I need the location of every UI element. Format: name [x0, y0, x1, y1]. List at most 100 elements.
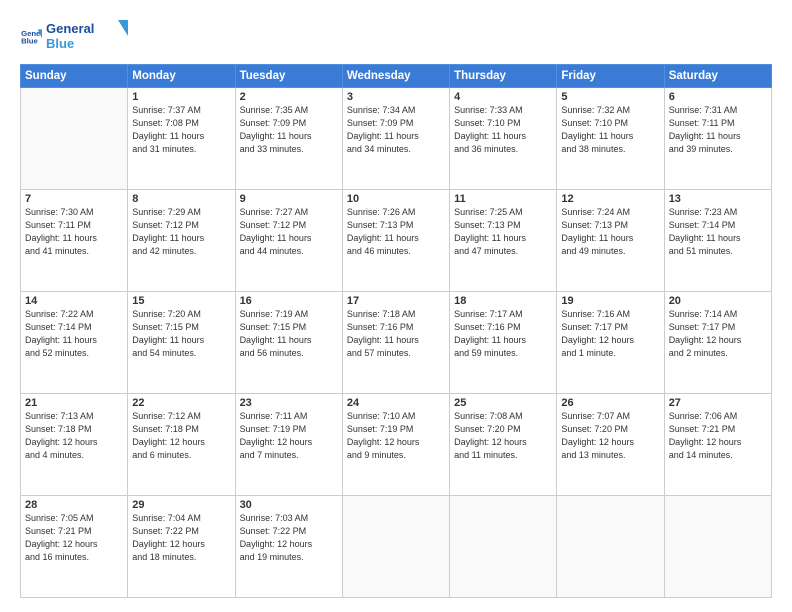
day-number: 23	[240, 397, 338, 409]
day-info: Sunrise: 7:27 AM Sunset: 7:12 PM Dayligh…	[240, 206, 338, 258]
calendar-table: SundayMondayTuesdayWednesdayThursdayFrid…	[20, 64, 772, 598]
calendar-cell: 5Sunrise: 7:32 AM Sunset: 7:10 PM Daylig…	[557, 88, 664, 190]
calendar-cell: 1Sunrise: 7:37 AM Sunset: 7:08 PM Daylig…	[128, 88, 235, 190]
day-number: 10	[347, 193, 445, 205]
day-info: Sunrise: 7:16 AM Sunset: 7:17 PM Dayligh…	[561, 308, 659, 360]
calendar-cell: 13Sunrise: 7:23 AM Sunset: 7:14 PM Dayli…	[664, 190, 771, 292]
calendar-day-header: Thursday	[450, 65, 557, 88]
calendar-cell: 30Sunrise: 7:03 AM Sunset: 7:22 PM Dayli…	[235, 496, 342, 598]
day-number: 25	[454, 397, 552, 409]
calendar-cell: 26Sunrise: 7:07 AM Sunset: 7:20 PM Dayli…	[557, 394, 664, 496]
day-number: 20	[669, 295, 767, 307]
day-info: Sunrise: 7:04 AM Sunset: 7:22 PM Dayligh…	[132, 512, 230, 564]
day-info: Sunrise: 7:05 AM Sunset: 7:21 PM Dayligh…	[25, 512, 123, 564]
calendar-cell: 29Sunrise: 7:04 AM Sunset: 7:22 PM Dayli…	[128, 496, 235, 598]
day-info: Sunrise: 7:32 AM Sunset: 7:10 PM Dayligh…	[561, 104, 659, 156]
day-number: 5	[561, 91, 659, 103]
calendar-cell: 25Sunrise: 7:08 AM Sunset: 7:20 PM Dayli…	[450, 394, 557, 496]
calendar-day-header: Monday	[128, 65, 235, 88]
calendar-cell: 7Sunrise: 7:30 AM Sunset: 7:11 PM Daylig…	[21, 190, 128, 292]
day-info: Sunrise: 7:20 AM Sunset: 7:15 PM Dayligh…	[132, 308, 230, 360]
day-number: 8	[132, 193, 230, 205]
day-info: Sunrise: 7:37 AM Sunset: 7:08 PM Dayligh…	[132, 104, 230, 156]
calendar-cell: 28Sunrise: 7:05 AM Sunset: 7:21 PM Dayli…	[21, 496, 128, 598]
day-number: 2	[240, 91, 338, 103]
day-info: Sunrise: 7:23 AM Sunset: 7:14 PM Dayligh…	[669, 206, 767, 258]
calendar-cell: 27Sunrise: 7:06 AM Sunset: 7:21 PM Dayli…	[664, 394, 771, 496]
day-info: Sunrise: 7:11 AM Sunset: 7:19 PM Dayligh…	[240, 410, 338, 462]
day-info: Sunrise: 7:35 AM Sunset: 7:09 PM Dayligh…	[240, 104, 338, 156]
day-number: 22	[132, 397, 230, 409]
day-number: 14	[25, 295, 123, 307]
calendar-day-header: Sunday	[21, 65, 128, 88]
calendar-cell: 19Sunrise: 7:16 AM Sunset: 7:17 PM Dayli…	[557, 292, 664, 394]
day-info: Sunrise: 7:29 AM Sunset: 7:12 PM Dayligh…	[132, 206, 230, 258]
day-info: Sunrise: 7:03 AM Sunset: 7:22 PM Dayligh…	[240, 512, 338, 564]
day-number: 24	[347, 397, 445, 409]
calendar-cell: 3Sunrise: 7:34 AM Sunset: 7:09 PM Daylig…	[342, 88, 449, 190]
calendar-cell: 4Sunrise: 7:33 AM Sunset: 7:10 PM Daylig…	[450, 88, 557, 190]
day-number: 6	[669, 91, 767, 103]
calendar-cell	[21, 88, 128, 190]
day-info: Sunrise: 7:10 AM Sunset: 7:19 PM Dayligh…	[347, 410, 445, 462]
day-number: 11	[454, 193, 552, 205]
day-info: Sunrise: 7:26 AM Sunset: 7:13 PM Dayligh…	[347, 206, 445, 258]
calendar-cell: 2Sunrise: 7:35 AM Sunset: 7:09 PM Daylig…	[235, 88, 342, 190]
calendar-cell: 23Sunrise: 7:11 AM Sunset: 7:19 PM Dayli…	[235, 394, 342, 496]
day-info: Sunrise: 7:07 AM Sunset: 7:20 PM Dayligh…	[561, 410, 659, 462]
day-info: Sunrise: 7:18 AM Sunset: 7:16 PM Dayligh…	[347, 308, 445, 360]
logo-svg: General Blue	[46, 18, 136, 54]
day-number: 30	[240, 499, 338, 511]
header: General Blue General Blue	[20, 18, 772, 54]
calendar-day-header: Saturday	[664, 65, 771, 88]
calendar-day-header: Friday	[557, 65, 664, 88]
calendar-cell	[664, 496, 771, 598]
calendar-cell: 15Sunrise: 7:20 AM Sunset: 7:15 PM Dayli…	[128, 292, 235, 394]
calendar-cell: 12Sunrise: 7:24 AM Sunset: 7:13 PM Dayli…	[557, 190, 664, 292]
calendar-cell	[557, 496, 664, 598]
day-info: Sunrise: 7:19 AM Sunset: 7:15 PM Dayligh…	[240, 308, 338, 360]
day-info: Sunrise: 7:34 AM Sunset: 7:09 PM Dayligh…	[347, 104, 445, 156]
calendar-week-row: 14Sunrise: 7:22 AM Sunset: 7:14 PM Dayli…	[21, 292, 772, 394]
day-number: 26	[561, 397, 659, 409]
day-info: Sunrise: 7:33 AM Sunset: 7:10 PM Dayligh…	[454, 104, 552, 156]
day-number: 4	[454, 91, 552, 103]
day-info: Sunrise: 7:14 AM Sunset: 7:17 PM Dayligh…	[669, 308, 767, 360]
day-number: 29	[132, 499, 230, 511]
day-number: 3	[347, 91, 445, 103]
day-info: Sunrise: 7:25 AM Sunset: 7:13 PM Dayligh…	[454, 206, 552, 258]
day-number: 28	[25, 499, 123, 511]
day-number: 15	[132, 295, 230, 307]
day-number: 1	[132, 91, 230, 103]
calendar-cell: 16Sunrise: 7:19 AM Sunset: 7:15 PM Dayli…	[235, 292, 342, 394]
day-number: 27	[669, 397, 767, 409]
day-number: 9	[240, 193, 338, 205]
day-info: Sunrise: 7:31 AM Sunset: 7:11 PM Dayligh…	[669, 104, 767, 156]
svg-text:Blue: Blue	[46, 36, 74, 51]
calendar-cell: 17Sunrise: 7:18 AM Sunset: 7:16 PM Dayli…	[342, 292, 449, 394]
day-info: Sunrise: 7:22 AM Sunset: 7:14 PM Dayligh…	[25, 308, 123, 360]
day-info: Sunrise: 7:13 AM Sunset: 7:18 PM Dayligh…	[25, 410, 123, 462]
day-number: 13	[669, 193, 767, 205]
day-number: 21	[25, 397, 123, 409]
calendar-day-header: Wednesday	[342, 65, 449, 88]
day-number: 16	[240, 295, 338, 307]
calendar-cell: 14Sunrise: 7:22 AM Sunset: 7:14 PM Dayli…	[21, 292, 128, 394]
calendar-header-row: SundayMondayTuesdayWednesdayThursdayFrid…	[21, 65, 772, 88]
day-info: Sunrise: 7:17 AM Sunset: 7:16 PM Dayligh…	[454, 308, 552, 360]
calendar-cell: 20Sunrise: 7:14 AM Sunset: 7:17 PM Dayli…	[664, 292, 771, 394]
calendar-cell: 9Sunrise: 7:27 AM Sunset: 7:12 PM Daylig…	[235, 190, 342, 292]
calendar-cell: 18Sunrise: 7:17 AM Sunset: 7:16 PM Dayli…	[450, 292, 557, 394]
day-number: 17	[347, 295, 445, 307]
calendar-cell: 24Sunrise: 7:10 AM Sunset: 7:19 PM Dayli…	[342, 394, 449, 496]
calendar-week-row: 21Sunrise: 7:13 AM Sunset: 7:18 PM Dayli…	[21, 394, 772, 496]
calendar-cell: 8Sunrise: 7:29 AM Sunset: 7:12 PM Daylig…	[128, 190, 235, 292]
day-number: 19	[561, 295, 659, 307]
day-info: Sunrise: 7:30 AM Sunset: 7:11 PM Dayligh…	[25, 206, 123, 258]
day-info: Sunrise: 7:08 AM Sunset: 7:20 PM Dayligh…	[454, 410, 552, 462]
calendar-cell: 21Sunrise: 7:13 AM Sunset: 7:18 PM Dayli…	[21, 394, 128, 496]
day-number: 7	[25, 193, 123, 205]
day-number: 18	[454, 295, 552, 307]
svg-text:Blue: Blue	[21, 37, 38, 46]
day-number: 12	[561, 193, 659, 205]
